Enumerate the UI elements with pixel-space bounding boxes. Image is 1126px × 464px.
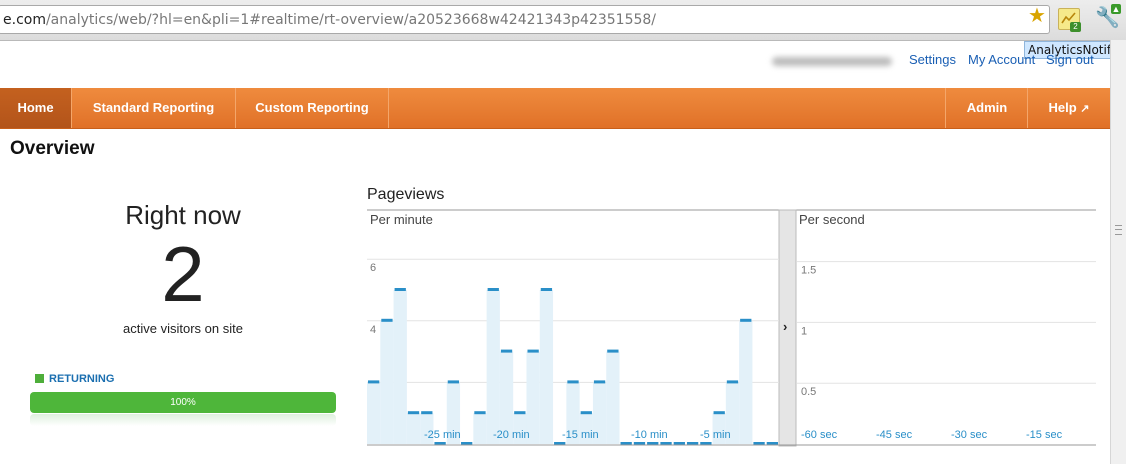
blurred-username (772, 57, 892, 66)
scroll-grip[interactable] (1115, 225, 1122, 235)
chevron-right-icon[interactable]: › (783, 319, 787, 334)
bar-fill (473, 413, 487, 444)
bar-cap (447, 380, 460, 384)
bar-cap (394, 288, 406, 291)
bar-cap (580, 411, 592, 415)
y-tick-label: 1.5 (801, 265, 816, 277)
chart-divider[interactable] (778, 209, 797, 447)
pageviews-chart: Per minute › Per second 246 -25 min-20 m… (367, 209, 1096, 447)
x-tick-label: -25 min (424, 429, 461, 441)
extension-badge: 2 (1070, 22, 1081, 32)
bar-cap (726, 380, 739, 384)
per-minute-label: Per minute (370, 212, 433, 227)
nav-home[interactable]: Home (0, 88, 72, 128)
external-link-icon: ↗ (1080, 103, 1090, 115)
bar-cap (740, 318, 752, 322)
legend-swatch (35, 374, 44, 383)
nav-help[interactable]: Help ↗ (1027, 88, 1110, 128)
nav-standard-reporting[interactable]: Standard Reporting (72, 88, 236, 128)
browser-toolbar: e.com/analytics/web/?hl=en&pli=1#realtim… (0, 0, 1126, 41)
bar-cap (381, 318, 393, 322)
x-tick-label: -15 min (562, 429, 599, 441)
bar-cap (407, 411, 420, 415)
x-tick-label: -5 min (700, 429, 731, 441)
bar-cap (607, 349, 619, 353)
address-bar-text: e.com/analytics/web/?hl=en&pli=1#realtim… (3, 12, 657, 28)
bar-cap (474, 411, 486, 415)
bar-fill (393, 290, 407, 444)
bar-fill (539, 290, 554, 444)
nav-custom-reporting[interactable]: Custom Reporting (236, 88, 389, 128)
x-tick-label: -10 min (631, 429, 668, 441)
page-scrollbar[interactable] (1110, 40, 1126, 464)
returning-percent-bar: 100% (30, 392, 336, 413)
bar-cap (368, 380, 380, 384)
x-tick-label: -60 sec (801, 429, 838, 441)
right-now-title: Right now (125, 200, 241, 230)
bar-cap (527, 349, 539, 353)
bar-cap (514, 411, 526, 415)
bar-fill (486, 290, 500, 444)
bar-fill (380, 320, 394, 444)
bar-cap (567, 380, 579, 384)
bar-cap (593, 380, 606, 384)
update-arrow-icon: ▲ (1111, 4, 1121, 14)
active-visitors-label: active visitors on site (123, 321, 243, 336)
sign-out-link[interactable]: Sign out (1046, 52, 1094, 67)
y-tick-label: 4 (370, 324, 376, 336)
y-tick-label: 6 (370, 262, 376, 274)
settings-link[interactable]: Settings (909, 52, 956, 67)
returning-percent: 100% (170, 397, 196, 408)
y-tick-label: 1 (801, 325, 807, 337)
x-tick-label: -15 sec (1026, 429, 1063, 441)
right-now-panel: Right now 2 active visitors on site (30, 200, 336, 336)
y-tick-label: 0.5 (801, 386, 816, 398)
returning-legend: RETURNING (35, 373, 114, 385)
bookmark-star-icon[interactable]: ★ (1028, 6, 1046, 26)
returning-label: RETURNING (49, 373, 115, 385)
x-tick-label: -45 sec (876, 429, 913, 441)
bar-cap (421, 411, 433, 415)
bar-fill (367, 382, 381, 444)
nav-help-label: Help (1048, 100, 1077, 115)
bar-fill (406, 413, 421, 444)
bar-cap (487, 288, 499, 291)
active-visitor-count: 2 (161, 230, 205, 318)
bar-fill (739, 320, 753, 444)
bar-cap (713, 411, 725, 415)
per-second-label: Per second (799, 212, 865, 227)
bar-cap (540, 288, 553, 291)
page-title: Overview (10, 138, 95, 159)
bar-fill (606, 351, 620, 444)
bar-reflection (30, 414, 336, 426)
bar-cap (500, 349, 513, 353)
x-tick-label: -30 sec (951, 429, 988, 441)
my-account-link[interactable]: My Account (968, 52, 1035, 67)
pageviews-title: Pageviews (367, 186, 445, 203)
x-tick-label: -20 min (493, 429, 530, 441)
nav-admin[interactable]: Admin (945, 88, 1028, 128)
main-nav: Home Standard Reporting Custom Reporting… (0, 88, 1110, 129)
address-bar[interactable]: e.com/analytics/web/?hl=en&pli=1#realtim… (0, 5, 1050, 34)
